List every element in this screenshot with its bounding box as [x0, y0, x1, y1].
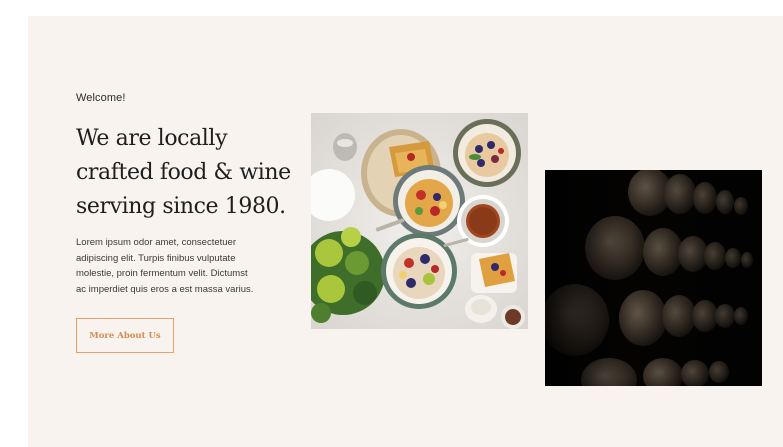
food-photo-image: [311, 113, 528, 329]
food-photo: [311, 113, 528, 329]
description-line: adipiscing elit. Turpis finibus vulputat…: [76, 252, 236, 264]
headline-line: We are locally: [76, 126, 228, 151]
hero-headline: We are locally crafted food & wine servi…: [76, 122, 308, 224]
more-about-us-button[interactable]: More About Us: [76, 318, 174, 353]
wine-barrels-image: [545, 170, 762, 386]
description-line: molestie, proin fermentum velit. Dictums…: [76, 268, 248, 279]
headline-line: serving since 1980.: [76, 194, 286, 219]
description-line: Lorem ipsum odor amet, consectetuer: [76, 237, 236, 248]
description-line: ac imperdiet quis eros a est massa variu…: [76, 283, 254, 295]
hero-description: Lorem ipsum odor amet, consectetuer adip…: [76, 235, 306, 297]
headline-line: crafted food & wine: [76, 160, 291, 185]
wine-barrels-photo: [545, 170, 762, 386]
welcome-label: Welcome!: [76, 92, 126, 104]
